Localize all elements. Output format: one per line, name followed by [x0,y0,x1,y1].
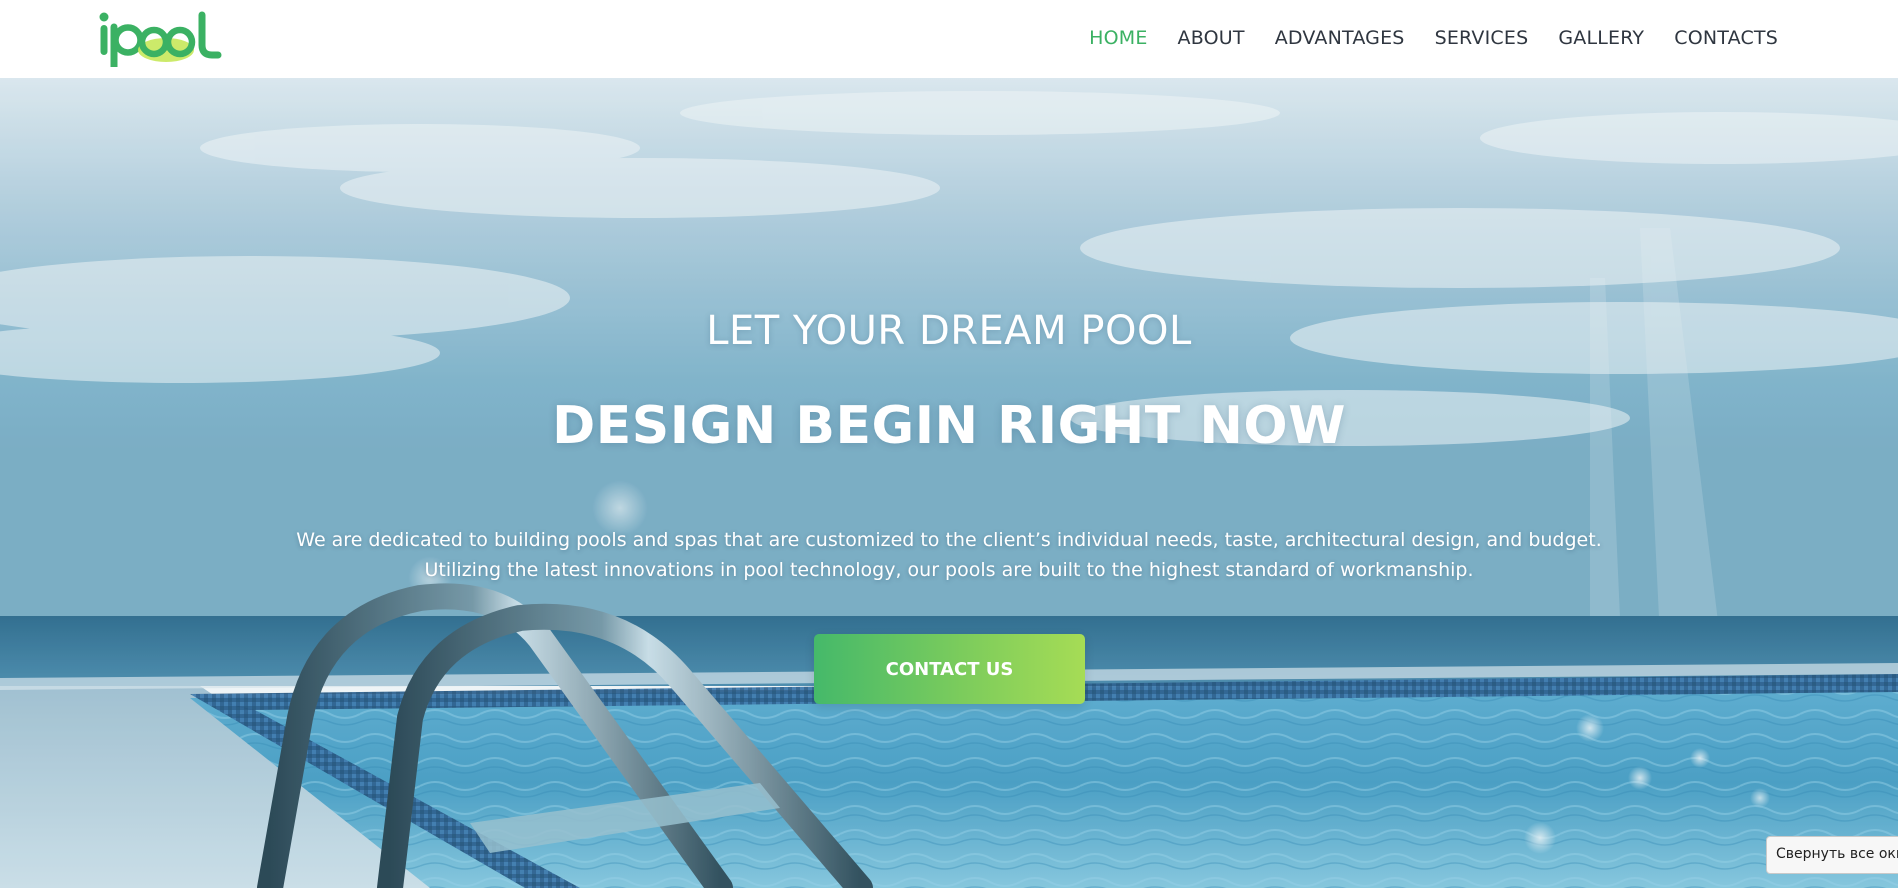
nav-item-contacts[interactable]: CONTACTS [1674,27,1778,49]
hero-description-line-2: Utilizing the latest innovations in pool… [424,559,1474,581]
show-desktop-tooltip: Свернуть все окна [1766,836,1898,874]
nav-item-gallery[interactable]: GALLERY [1558,27,1644,49]
hero-pool-image [0,78,1898,888]
hero-description-line-1: We are dedicated to building pools and s… [296,529,1602,551]
site-header: HOME ABOUT ADVANTAGES SERVICES GALLERY C… [0,0,1898,78]
nav-item-home[interactable]: HOME [1089,27,1147,49]
hero-description: We are dedicated to building pools and s… [0,525,1898,585]
nav-item-about[interactable]: ABOUT [1178,27,1245,49]
nav-item-services[interactable]: SERVICES [1435,27,1529,49]
hero-section: LET YOUR DREAM POOL DESIGN BEGIN RIGHT N… [0,78,1898,888]
contact-us-button[interactable]: CONTACT US [814,634,1085,704]
logo-mark [99,11,222,67]
hero-kicker: LET YOUR DREAM POOL [706,308,1192,354]
nav-item-advantages[interactable]: ADVANTAGES [1275,27,1405,49]
main-nav: HOME ABOUT ADVANTAGES SERVICES GALLERY C… [1089,27,1778,49]
ipool-logo[interactable] [98,0,232,78]
hero-headline: DESIGN BEGIN RIGHT NOW [552,396,1346,456]
